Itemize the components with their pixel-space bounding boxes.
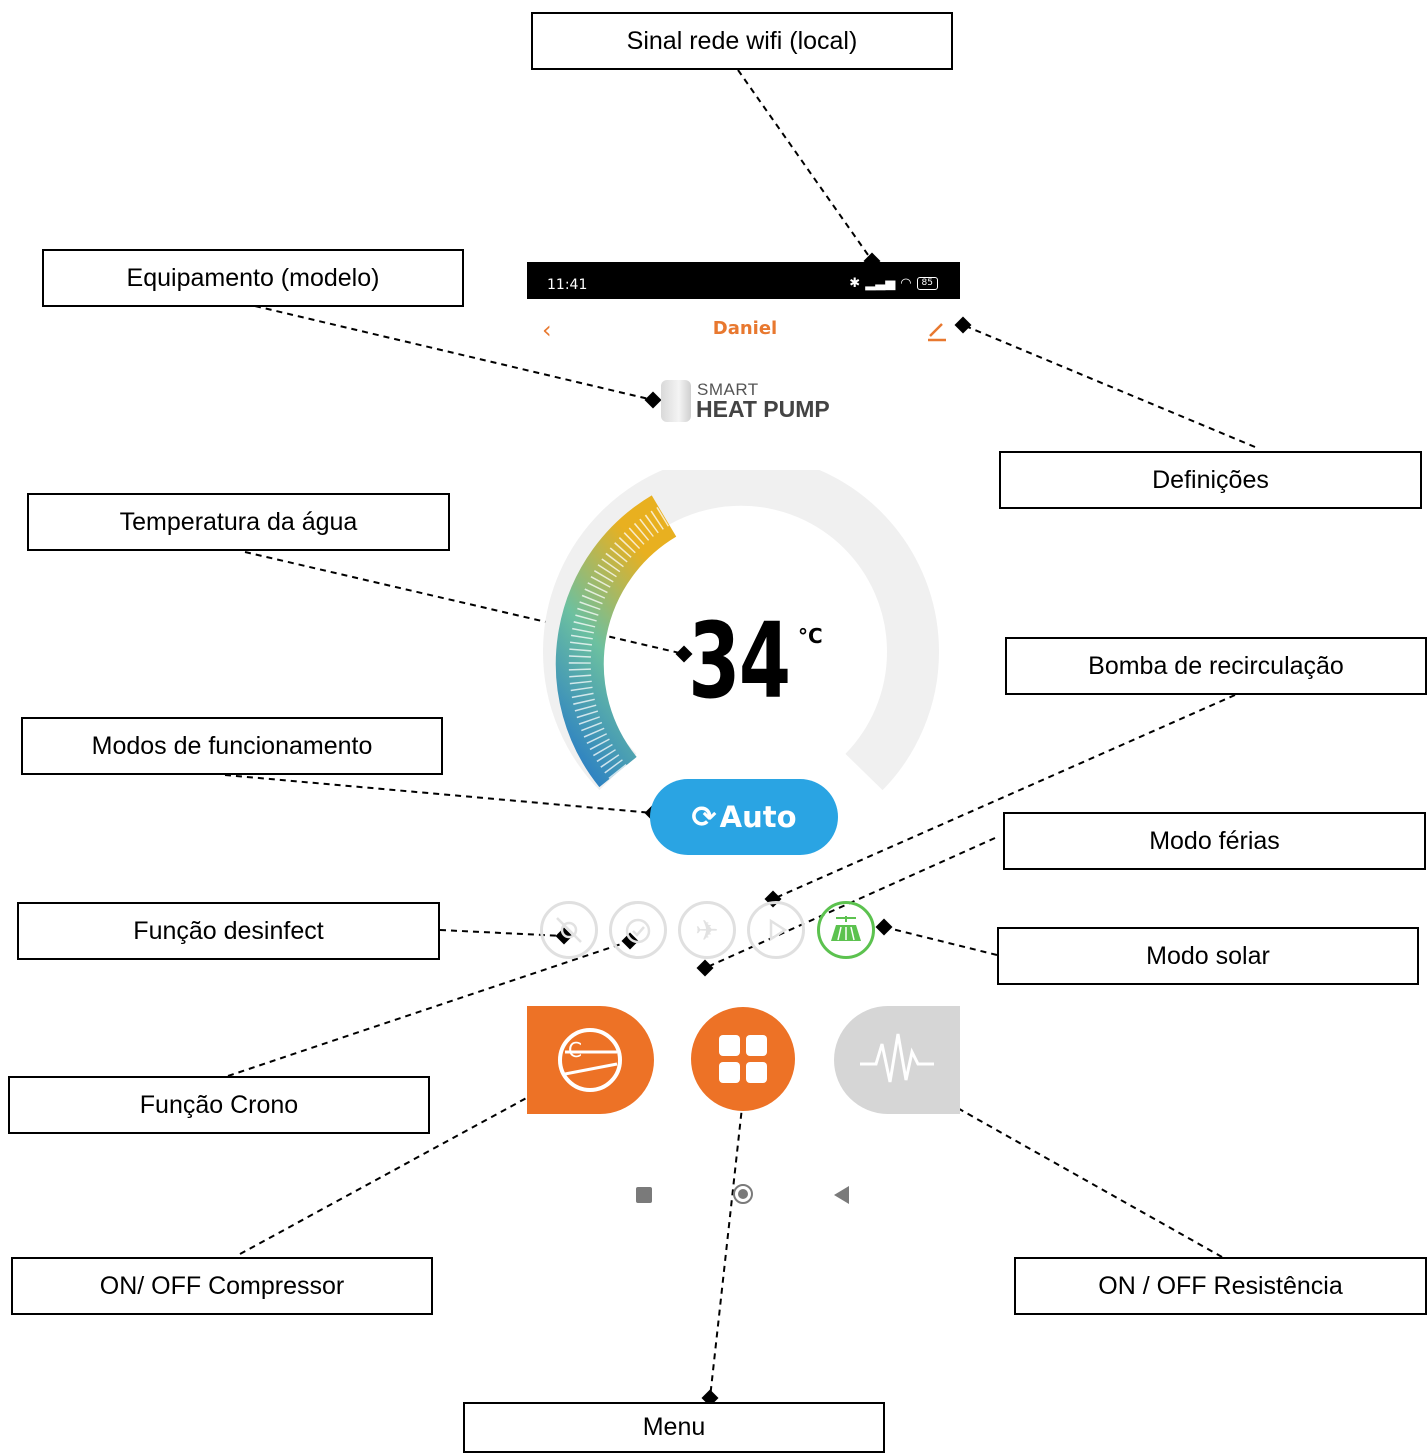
callout-solar-mode: Modo solar: [997, 927, 1419, 985]
recents-nav-icon[interactable]: [636, 1187, 652, 1203]
device-title: Daniel: [712, 318, 778, 339]
waveform-icon: [860, 1033, 934, 1083]
solar-panel-icon[interactable]: [817, 901, 875, 959]
back-nav-icon[interactable]: [834, 1186, 849, 1204]
disinfect-icon[interactable]: [540, 901, 598, 959]
alarm-clock-icon[interactable]: [609, 901, 667, 959]
temperature-unit: °C: [798, 624, 823, 648]
callout-compressor: ON/ OFF Compressor: [11, 1257, 433, 1315]
callout-disinfect: Função desinfect: [17, 902, 440, 960]
svg-text:C: C: [568, 1038, 582, 1062]
grid-menu-icon: [719, 1035, 767, 1083]
callout-menu: Menu: [463, 1402, 885, 1453]
refresh-icon: ⟳: [691, 799, 717, 835]
signal-icon: ▂▃▅: [865, 276, 896, 291]
heat-pump-icon: [661, 380, 691, 422]
callout-crono: Função Crono: [8, 1076, 430, 1134]
status-time: 11:41: [547, 277, 588, 293]
bluetooth-icon: ✱: [849, 276, 861, 291]
resistance-button[interactable]: [834, 1006, 960, 1114]
play-icon[interactable]: [747, 901, 805, 959]
brand-big: HEAT PUMP: [696, 396, 830, 422]
callout-holiday-mode: Modo férias: [1003, 812, 1426, 870]
water-temperature-value: 34: [688, 600, 791, 722]
home-nav-icon[interactable]: [733, 1184, 753, 1204]
menu-button[interactable]: [691, 1007, 795, 1111]
wifi-icon: ◠: [900, 276, 912, 291]
compressor-icon: C: [558, 1028, 622, 1092]
mode-label: Auto: [719, 800, 797, 834]
callout-settings: Definições: [999, 451, 1422, 509]
status-icons: ✱ ▂▃▅ ◠ 85: [849, 276, 938, 291]
airplane-icon[interactable]: ✈: [678, 901, 736, 959]
callout-equipment: Equipamento (modelo): [42, 249, 464, 307]
status-bar: 11:41 ✱ ▂▃▅ ◠ 85: [527, 262, 960, 299]
callout-water-temperature: Temperatura da água: [27, 493, 450, 551]
callout-wifi: Sinal rede wifi (local): [531, 12, 953, 70]
edit-icon[interactable]: [926, 320, 948, 342]
battery-icon: 85: [916, 277, 938, 290]
compressor-button[interactable]: C: [527, 1006, 654, 1114]
back-icon[interactable]: ‹: [542, 316, 552, 344]
mode-button[interactable]: ⟳ Auto: [650, 779, 838, 855]
callout-operating-modes: Modos de funcionamento: [21, 717, 443, 775]
callout-resistance: ON / OFF Resistência: [1014, 1257, 1427, 1315]
callout-recirculation-pump: Bomba de recirculação: [1005, 637, 1427, 695]
